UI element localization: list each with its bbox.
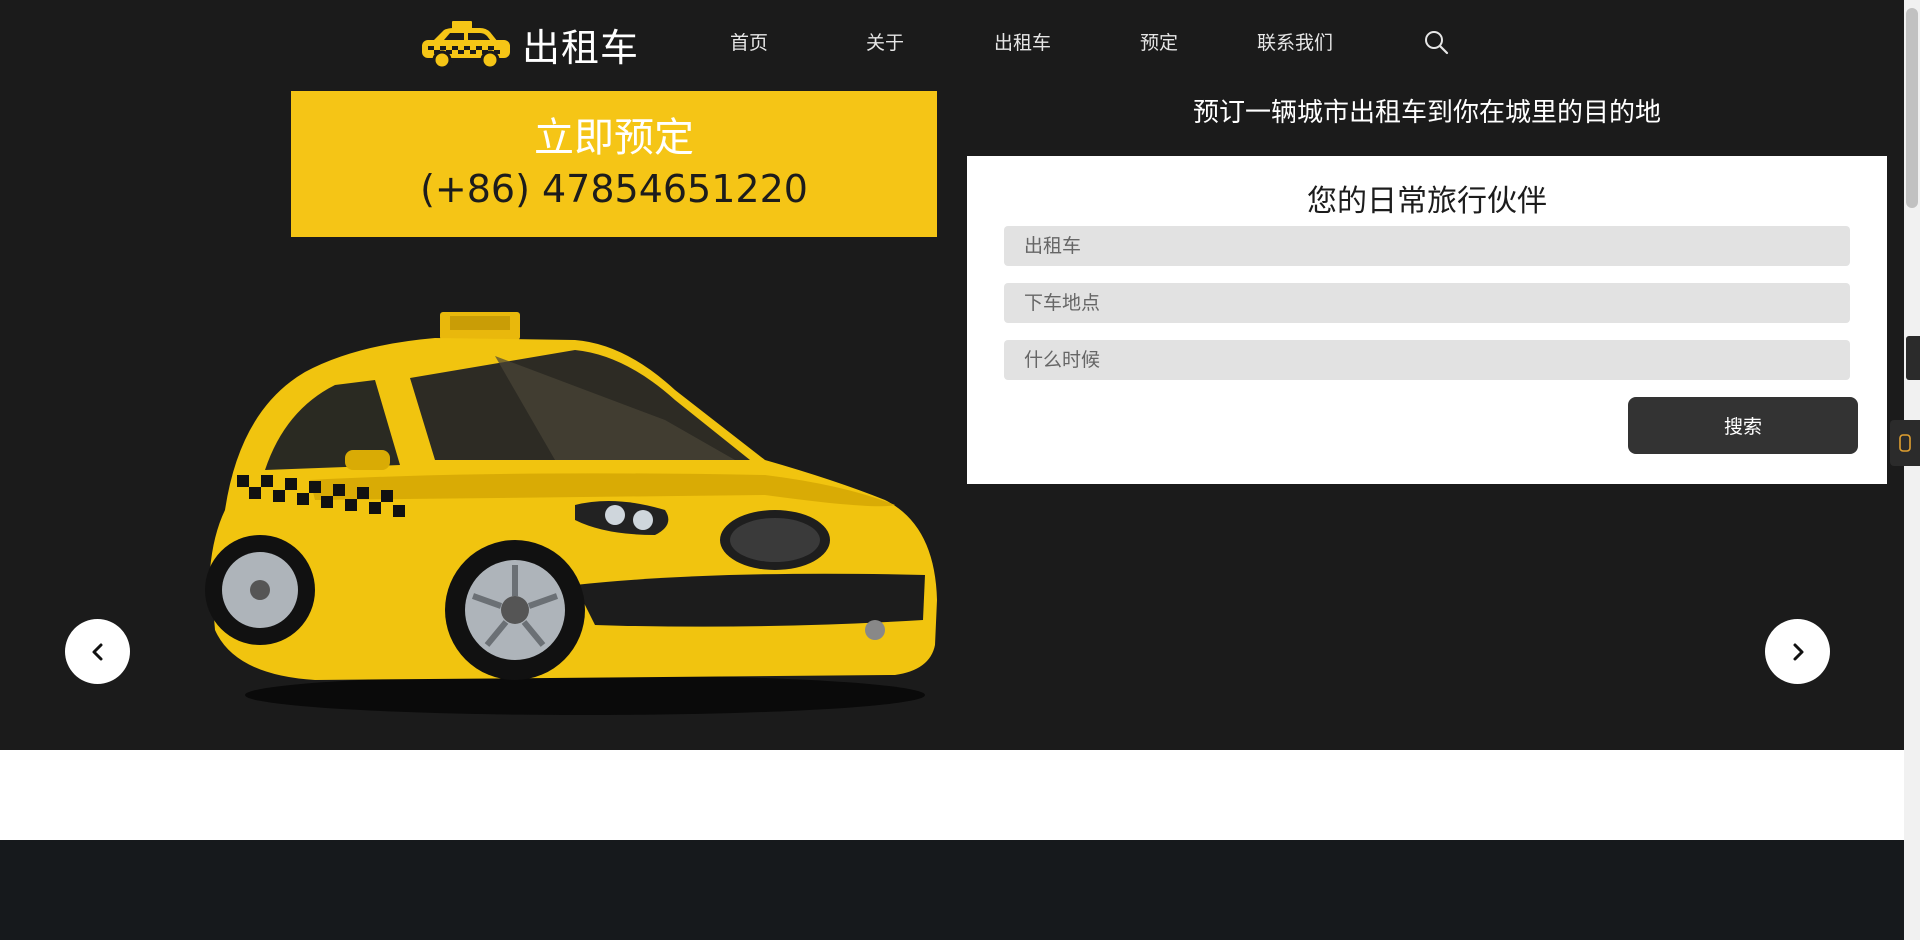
booking-tagline: 预订一辆城市出租车到你在城里的目的地 [1192,98,1661,128]
taxi-input[interactable] [1004,226,1850,266]
brand-logo[interactable]: 出租车 [418,16,639,72]
nav-item-about[interactable]: 关于 [866,28,904,55]
footer-section [0,840,1904,940]
nav-item-taxi[interactable]: 出租车 [994,28,1051,55]
navbar: 出租车 首页 关于 出租车 预定 联系我们 [0,0,1904,84]
search-icon [1425,31,1449,55]
chevron-right-icon [1793,643,1803,660]
side-widget-button[interactable] [1890,420,1920,466]
content-section [0,750,1904,840]
book-now-banner: 立即预定 (+86) 47854651220 [291,91,937,237]
nav-item-home[interactable]: 首页 [730,28,768,55]
side-handle[interactable] [1906,336,1920,380]
chevron-left-icon [92,643,102,660]
booking-form: 您的日常旅行伙伴 搜索 [967,156,1887,484]
scrollbar-thumb[interactable] [1906,8,1918,208]
nav-item-booking[interactable]: 预定 [1140,28,1178,55]
time-input[interactable] [1004,340,1850,380]
taxi-car-image [205,312,937,715]
taxi-icon [422,21,510,70]
search-button[interactable]: 搜索 [1628,397,1858,454]
carousel-next-button[interactable] [1765,619,1830,684]
hero-section: 出租车 首页 关于 出租车 预定 联系我们 立即预定 (+86) 4785465… [0,0,1904,750]
booking-form-title: 您的日常旅行伙伴 [1307,184,1547,219]
page: 出租车 首页 关于 出租车 预定 联系我们 立即预定 (+86) 4785465… [0,0,1904,940]
nav-item-contact[interactable]: 联系我们 [1257,28,1333,55]
book-now-title: 立即预定 [534,115,694,161]
dropoff-location-input[interactable] [1004,283,1850,323]
phone-number: (+86) 47854651220 [420,167,808,211]
carousel-prev-button[interactable] [65,619,130,684]
nav-search-button[interactable] [1422,28,1450,56]
brand-name: 出租车 [522,25,640,70]
page-scrollbar[interactable] [1904,0,1920,940]
cup-icon [1899,434,1911,452]
